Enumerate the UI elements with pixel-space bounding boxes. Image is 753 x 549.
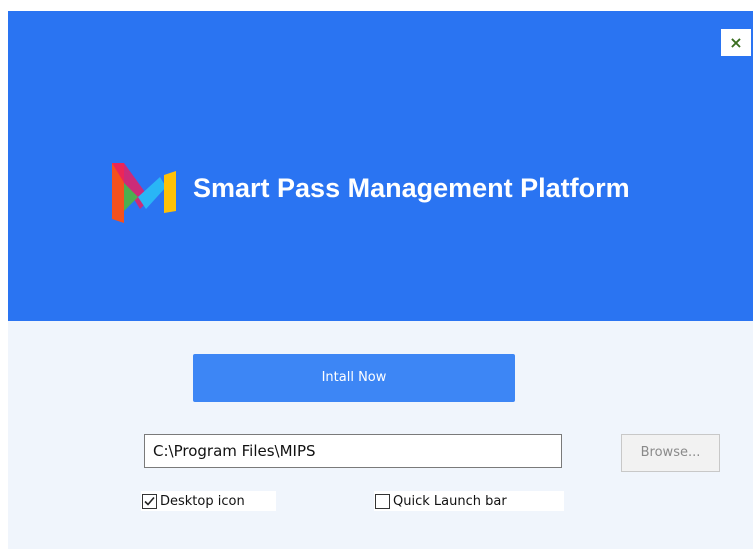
quick-launch-checkbox[interactable] — [375, 493, 390, 509]
close-button[interactable]: × — [721, 29, 751, 56]
desktop-icon-label: Desktop icon — [160, 493, 245, 509]
quick-launch-label: Quick Launch bar — [393, 493, 507, 509]
browse-button[interactable]: Browse... — [621, 434, 720, 472]
install-now-button[interactable]: Intall Now — [193, 354, 515, 402]
install-path-input[interactable] — [144, 434, 562, 468]
checkmark-icon — [144, 496, 155, 506]
close-icon: × — [729, 33, 743, 52]
mips-logo-icon — [112, 163, 176, 223]
installer-window: × Smart Pass Management Platform Intall … — [8, 11, 753, 549]
app-title: Smart Pass Management Platform — [193, 173, 630, 203]
header-banner: × Smart Pass Management Platform — [8, 11, 753, 321]
desktop-icon-checkbox[interactable] — [142, 493, 157, 509]
quick-launch-option[interactable]: Quick Launch bar — [374, 491, 564, 511]
desktop-icon-option[interactable]: Desktop icon — [141, 491, 276, 511]
